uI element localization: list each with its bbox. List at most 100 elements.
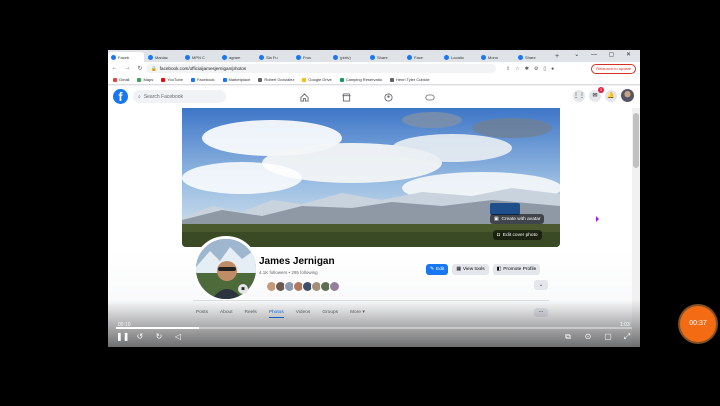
search-input[interactable]: ⌕ Search Facebook bbox=[133, 90, 226, 103]
extension-icon[interactable]: ✱ bbox=[525, 66, 529, 72]
bookmark-item[interactable]: Marketplace bbox=[222, 77, 250, 82]
tab-favicon-icon bbox=[333, 54, 338, 60]
profile-picture[interactable] bbox=[193, 236, 259, 302]
menu-grid-icon[interactable]: ⋮⋮ bbox=[573, 89, 585, 102]
bookmark-favicon-icon bbox=[137, 77, 142, 82]
window-controls[interactable]: ⌄ — ▢ ✕ bbox=[574, 51, 636, 58]
browser-tab[interactable]: Share bbox=[515, 52, 551, 62]
camera-icon[interactable]: ◙ bbox=[238, 284, 248, 294]
nav-buttons: ← → ↻ bbox=[108, 65, 146, 72]
bookmark-label: YouTube bbox=[167, 77, 183, 82]
share-icon[interactable]: ⇪ bbox=[506, 66, 510, 72]
browser-tab[interactable]: (pixiv) bbox=[330, 52, 366, 62]
groups-icon[interactable] bbox=[382, 91, 394, 103]
tab-favicon-icon bbox=[296, 54, 301, 60]
account-avatar[interactable] bbox=[621, 89, 634, 102]
chevron-down-icon[interactable]: ⌄ bbox=[534, 280, 548, 290]
pause-icon[interactable]: ❚❚ bbox=[116, 332, 129, 342]
browser-tab[interactable]: Face bbox=[404, 52, 440, 62]
speed-icon[interactable]: ⊙ bbox=[583, 332, 593, 342]
extension-icons: ⇪ ☆ ✱ ⚙ ▯ ● bbox=[506, 66, 554, 72]
bookmark-item[interactable]: Robert Gonzalez bbox=[258, 77, 294, 82]
cover-photo[interactable]: ▣ Create with avatar ◘ Edit cover photo bbox=[182, 108, 560, 247]
bookmark-label: Google Drive bbox=[308, 77, 332, 82]
browser-tab-bar: Faceb Maniac MPN C agram Sla Fu Frus (pixiv) Sh… bbox=[108, 50, 640, 62]
view-tools-button[interactable]: ▦ View tools bbox=[452, 264, 489, 275]
browser-tab[interactable]: Locatio bbox=[441, 52, 477, 62]
pencil-icon: ✎ bbox=[430, 267, 435, 272]
forward-icon[interactable]: ↻ bbox=[154, 332, 164, 342]
messenger-icon[interactable]: ✉ 3 bbox=[589, 86, 604, 102]
facebook-header: f ⌕ Search Facebook ⋮⋮ ✉ 3 🔔 bbox=[108, 86, 640, 109]
sidebar-icon[interactable]: ▯ bbox=[543, 66, 546, 72]
create-with-avatar-button[interactable]: ▣ Create with avatar bbox=[490, 214, 545, 224]
edit-cover-photo-button[interactable]: ◘ Edit cover photo bbox=[493, 230, 542, 240]
tab-favicon-icon bbox=[518, 54, 523, 60]
star-icon[interactable]: ☆ bbox=[515, 66, 519, 72]
puzzle-icon[interactable]: ⚙ bbox=[534, 66, 538, 72]
bookmark-item[interactable]: Henri Tyler Cubicle bbox=[389, 77, 430, 82]
bookmark-label: Maps bbox=[143, 77, 154, 82]
megaphone-icon: ◧ bbox=[496, 267, 502, 272]
home-icon[interactable] bbox=[298, 91, 310, 103]
notifications-bell-icon[interactable]: 🔔 bbox=[605, 89, 617, 102]
promote-profile-button[interactable]: ◧ Promote Profile bbox=[492, 264, 541, 275]
crop-icon[interactable]: ⧉ bbox=[563, 332, 573, 342]
mute-icon[interactable]: ◁ bbox=[173, 332, 183, 342]
tab-favicon-icon bbox=[185, 54, 190, 60]
bookmark-item[interactable]: Maps bbox=[137, 77, 153, 82]
browser-tab[interactable]: Frus bbox=[293, 52, 329, 62]
browser-tab[interactable]: agram bbox=[219, 52, 255, 62]
reload-icon[interactable]: ↻ bbox=[137, 65, 142, 72]
bookmark-item[interactable]: Camping Reservatio bbox=[339, 77, 382, 82]
tab-favicon-icon bbox=[481, 54, 486, 60]
tab-favicon-icon bbox=[222, 54, 227, 60]
edit-label: Edit bbox=[436, 267, 445, 272]
browser-tab[interactable]: Faceb bbox=[108, 52, 144, 62]
mouse-cursor-icon bbox=[596, 216, 599, 222]
tab-label: Maniac bbox=[155, 54, 168, 60]
fullscreen-icon[interactable]: ⤢ bbox=[622, 332, 632, 342]
bookmark-favicon-icon bbox=[339, 77, 344, 82]
bookmark-item[interactable]: Facebook bbox=[190, 77, 215, 82]
browser-tab[interactable]: MPN C bbox=[182, 52, 218, 62]
url-input[interactable]: 🔒 facebook.com/officialjamesjernigan/pho… bbox=[146, 64, 496, 73]
tab-label: Locatio bbox=[451, 54, 464, 60]
bookmark-favicon-icon bbox=[161, 77, 166, 82]
edit-profile-button[interactable]: ✎ Edit bbox=[426, 264, 449, 275]
browser-tab[interactable]: Share bbox=[367, 52, 403, 62]
tab-favicon-icon bbox=[259, 54, 264, 60]
bookmark-item[interactable]: Gmail bbox=[113, 77, 129, 82]
browser-tab[interactable]: Mono bbox=[478, 52, 514, 62]
tab-label: MPN C bbox=[192, 54, 205, 60]
back-icon[interactable]: ← bbox=[111, 65, 117, 72]
friend-avatar[interactable] bbox=[329, 281, 340, 292]
marketplace-icon[interactable] bbox=[340, 91, 352, 103]
screen-record-timer-button[interactable]: 00:37 bbox=[680, 306, 716, 342]
tools-icon: ▦ bbox=[456, 267, 461, 272]
profile-actions: ✎ Edit ▦ View tools ◧ Promote Profile bbox=[426, 264, 541, 275]
forward-icon[interactable]: → bbox=[124, 65, 130, 72]
rewind-icon[interactable]: ↺ bbox=[135, 332, 145, 342]
camera-icon: ▣ bbox=[494, 216, 499, 222]
bookmark-label: Gmail bbox=[119, 77, 130, 82]
profile-icon[interactable]: ● bbox=[551, 66, 554, 72]
gaming-icon[interactable] bbox=[424, 91, 436, 103]
facebook-logo-icon[interactable]: f bbox=[113, 89, 128, 104]
tab-label: Share bbox=[377, 54, 388, 60]
bookmark-item[interactable]: Google Drive bbox=[302, 77, 332, 82]
video-progress-bar[interactable] bbox=[116, 327, 632, 329]
bookmark-label: Camping Reservatio bbox=[345, 77, 382, 82]
browser-tab[interactable]: Sla Fu bbox=[256, 52, 292, 62]
center-nav bbox=[298, 91, 436, 103]
followers-count[interactable]: 4.1K followers • 295 following bbox=[259, 270, 318, 275]
scrollbar-thumb[interactable] bbox=[633, 113, 639, 168]
friend-avatars[interactable] bbox=[266, 281, 340, 292]
bookmark-item[interactable]: YouTube bbox=[161, 77, 183, 82]
screenshot-icon[interactable]: ▢ bbox=[603, 332, 613, 342]
camera-icon: ◘ bbox=[497, 232, 500, 238]
relaunch-update-button[interactable]: Relaunch to update bbox=[591, 64, 636, 74]
new-tab-button[interactable]: + bbox=[555, 52, 559, 62]
browser-tab[interactable]: Maniac bbox=[145, 52, 181, 62]
bookmarks-bar: Gmail Maps YouTube Facebook Marketplace Rober… bbox=[108, 75, 640, 85]
